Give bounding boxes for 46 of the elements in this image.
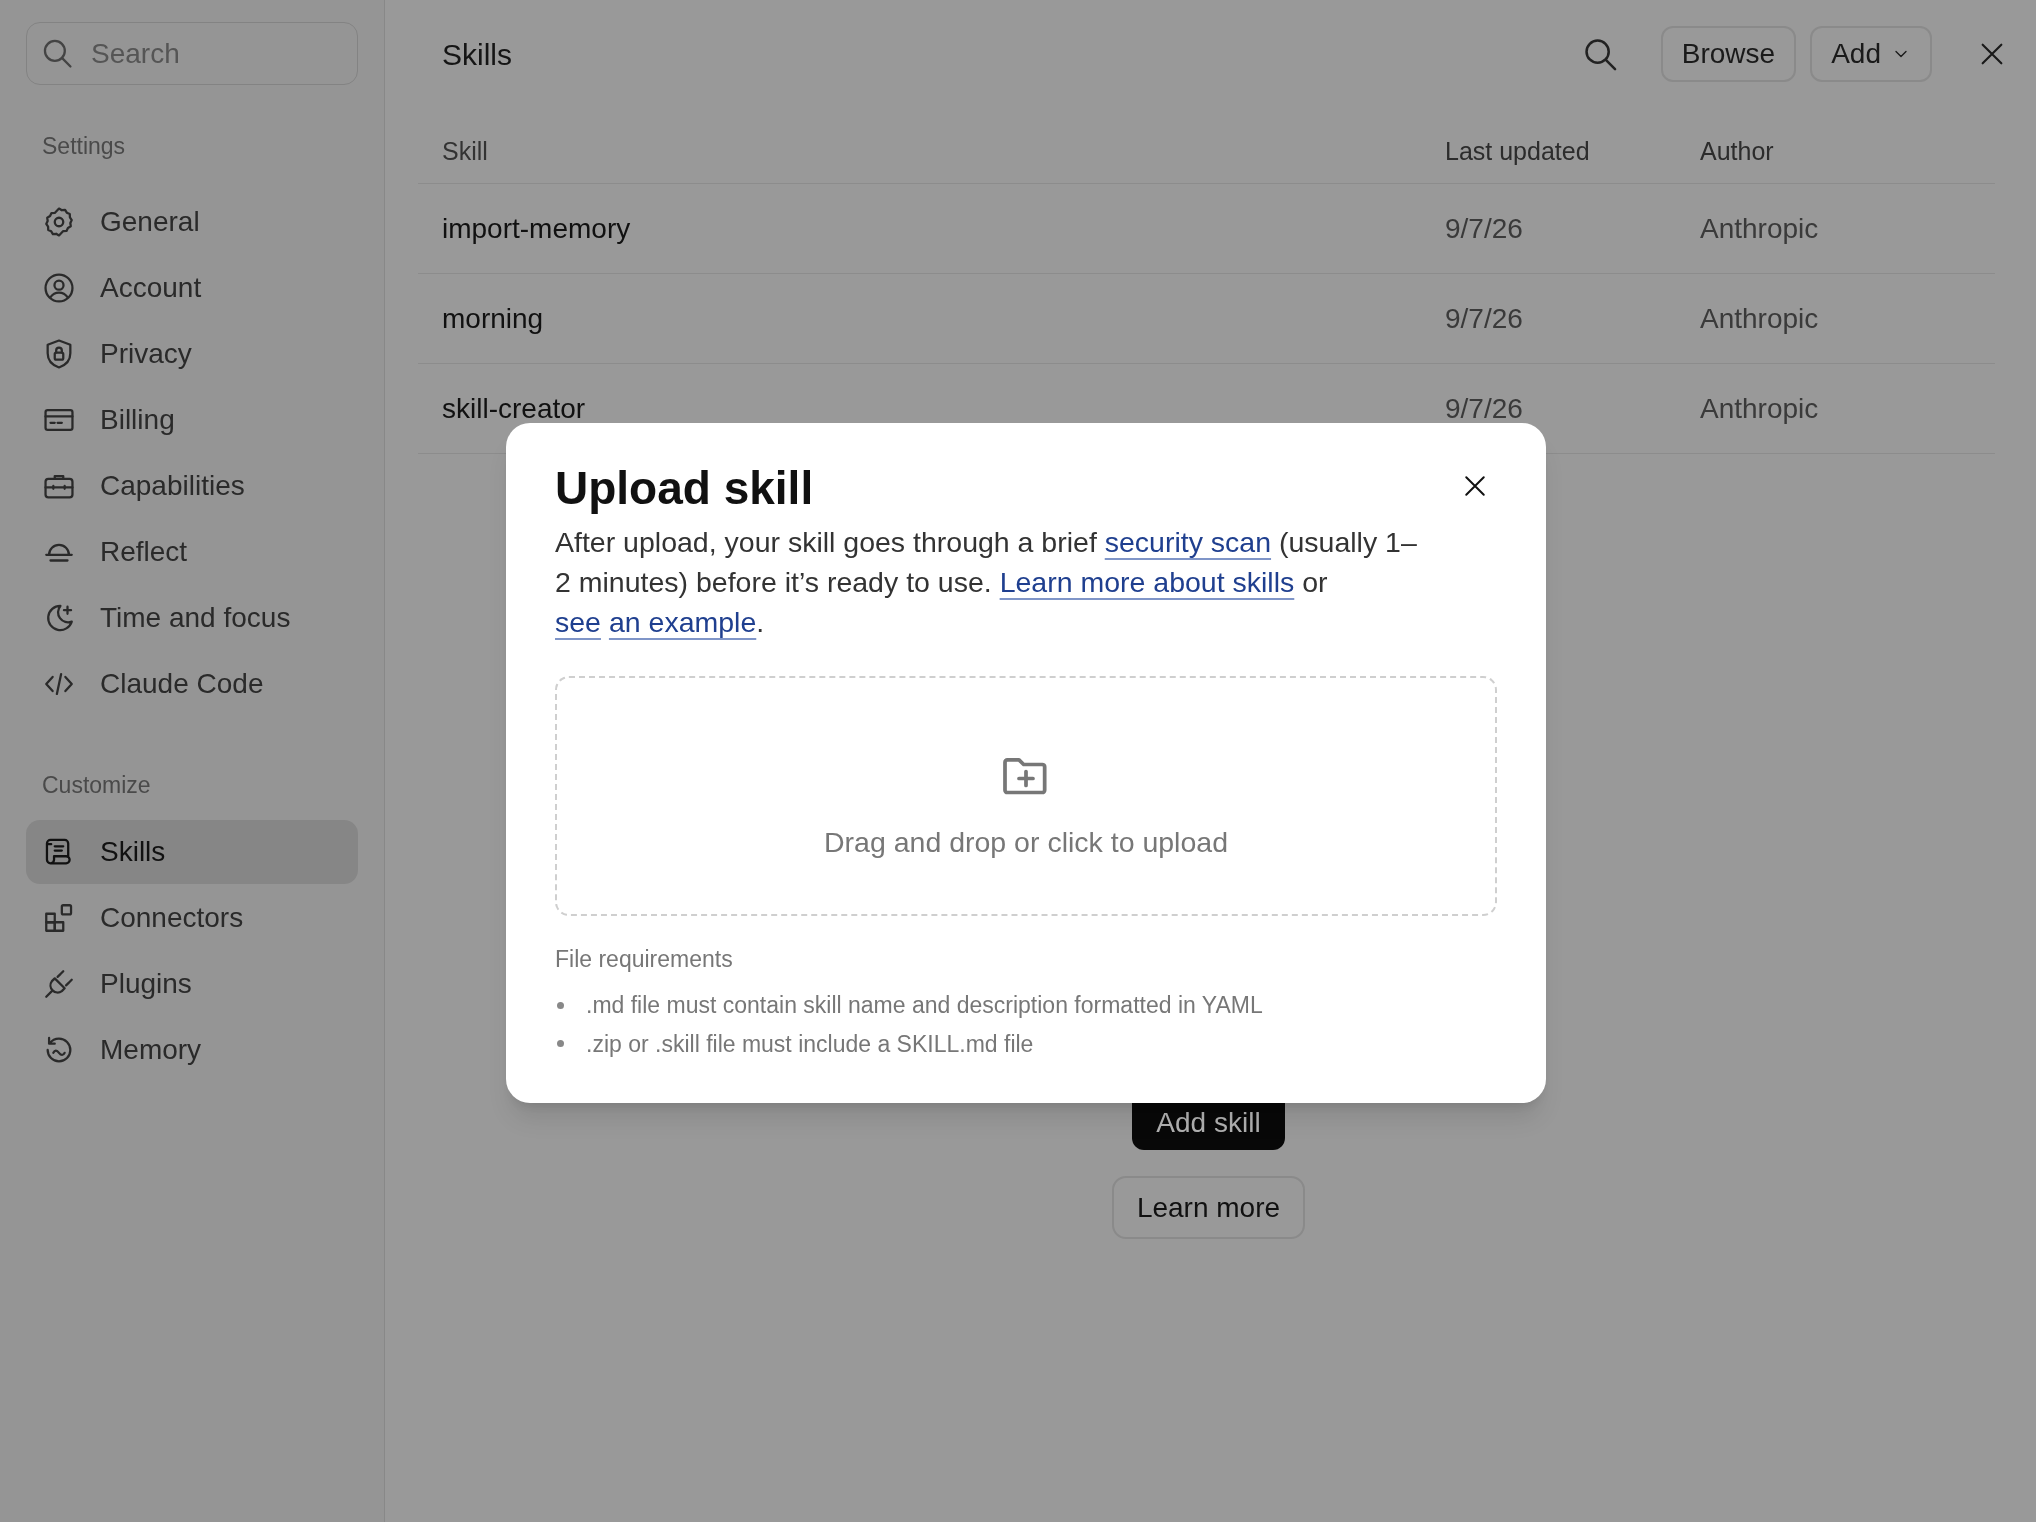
upload-hint: Drag and drop or click to upload: [824, 825, 1228, 861]
sidebar-item[interactable]: Claude Code: [26, 651, 358, 716]
bullet-icon: [557, 1040, 564, 1048]
dialog-title: Upload skill: [555, 463, 814, 514]
sidebar-item[interactable]: Connectors: [26, 886, 358, 950]
requirement-text: .md file must contain skill name and description formatted in YAML: [586, 991, 1263, 1021]
table-cell-text: 9/7/26: [1445, 391, 1524, 426]
table-cell-text: skill-creator: [442, 391, 587, 426]
sidebar-item[interactable]: Billing: [26, 387, 358, 452]
sidebar-item[interactable]: Reflect: [26, 519, 358, 584]
sidebar-item[interactable]: General: [26, 189, 358, 254]
table-cell-text: import-memory: [442, 211, 632, 246]
link[interactable]: security scan: [1104, 525, 1272, 558]
sidebar-item[interactable]: Account: [26, 255, 358, 320]
sidebar-item[interactable]: Plugins: [26, 952, 358, 1016]
table-cell-text: 9/7/26: [1445, 211, 1524, 246]
table-cell-text: 9/7/26: [1445, 301, 1524, 336]
table-cell-text: Anthropic: [1700, 211, 1820, 246]
sidebar-item[interactable]: Privacy: [26, 321, 358, 386]
link[interactable]: see: [555, 605, 601, 638]
link[interactable]: an example: [608, 605, 757, 638]
upload-dropzone[interactable]: Drag and drop or click to upload: [555, 675, 1497, 916]
sidebar-item[interactable]: Time and focus: [26, 585, 358, 650]
dialog-description: After upload, your skill goes through a brief security scan (usually 1–2 minutes) before it’s ready to use. Learn more about skills or see an example.: [555, 524, 1418, 640]
sidebar-item[interactable]: Memory: [26, 1018, 358, 1082]
table-cell-text: Anthropic: [1700, 301, 1820, 336]
learn-more-button[interactable]: Learn more: [1111, 1176, 1306, 1239]
section-heading: Customize: [41, 770, 152, 800]
column-header: Last updated: [1445, 135, 1591, 167]
user-circle-icon: [42, 270, 76, 305]
page-title: Skills: [442, 36, 513, 73]
table-cell-text: morning: [442, 301, 545, 336]
header-button[interactable]: Browse: [1660, 26, 1797, 82]
column-header: Author: [1700, 135, 1775, 167]
requirement-text: .zip or .skill file must include a SKILL.md file: [586, 1029, 1034, 1059]
sidebar-item[interactable]: Capabilities: [26, 453, 358, 518]
search-field[interactable]: Search: [26, 22, 358, 85]
column-header: Skill: [442, 135, 489, 167]
section-heading: Settings: [41, 132, 127, 161]
plug-icon: [42, 967, 76, 1001]
sidebar-item[interactable]: Skills: [26, 820, 358, 884]
requirements-heading: File requirements: [555, 944, 734, 974]
dropdown-button[interactable]: Add: [1810, 26, 1932, 82]
link[interactable]: Learn more about skills: [999, 565, 1295, 598]
bullet-icon: [557, 1001, 564, 1009]
table-cell-text: Anthropic: [1700, 391, 1820, 426]
